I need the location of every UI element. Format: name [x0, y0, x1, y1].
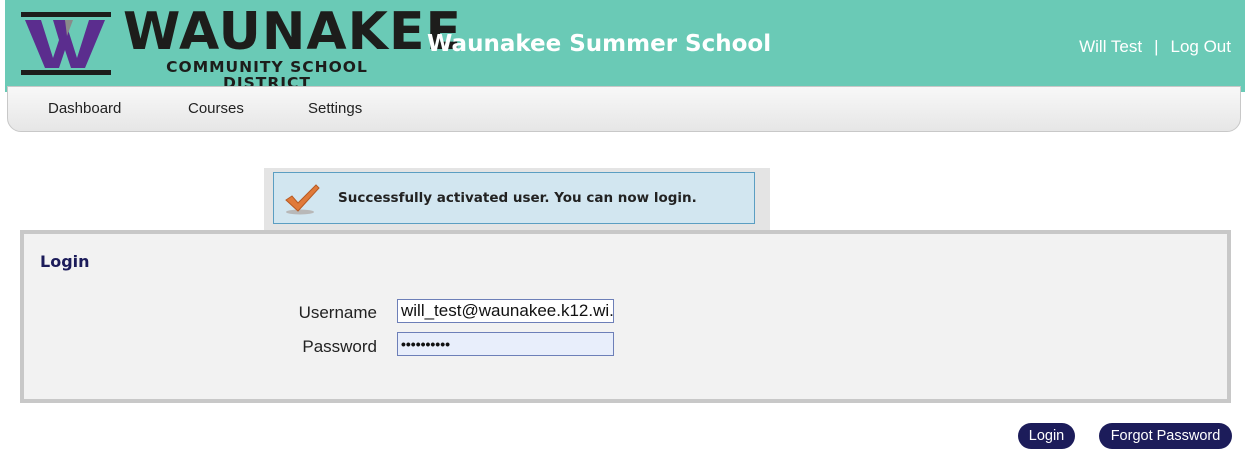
user-links: Will Test | Log Out [1079, 38, 1231, 55]
username-input[interactable]: will_test@waunakee.k12.wi.us [397, 299, 614, 323]
success-message-text: Successfully activated user. You can now… [338, 190, 697, 206]
nav-item-settings[interactable]: Settings [308, 101, 362, 116]
waunakee-w-logo-icon [21, 12, 111, 75]
forgot-password-button[interactable]: Forgot Password [1099, 423, 1232, 449]
logout-link[interactable]: Log Out [1171, 37, 1232, 56]
success-message: Successfully activated user. You can now… [273, 172, 755, 224]
checkmark-icon [285, 184, 320, 215]
user-links-separator: | [1154, 37, 1159, 56]
main-navbar: Dashboard Courses Settings [7, 86, 1241, 132]
login-button[interactable]: Login [1018, 423, 1075, 449]
login-panel: Login Username will_test@waunakee.k12.wi… [20, 230, 1231, 403]
login-panel-title: Login [40, 252, 90, 271]
site-title: Waunakee Summer School [427, 31, 772, 57]
password-input[interactable]: •••••••••• [397, 332, 614, 356]
message-container: Successfully activated user. You can now… [264, 168, 770, 232]
site-header: WAUNAKEE COMMUNITY SCHOOL DISTRICT Wauna… [5, 0, 1245, 92]
username-label: Username [298, 303, 377, 322]
nav-item-courses[interactable]: Courses [188, 101, 244, 116]
nav-item-dashboard[interactable]: Dashboard [48, 101, 121, 116]
logo-wordmark: WAUNAKEE [123, 2, 462, 62]
user-name-link[interactable]: Will Test [1079, 37, 1142, 56]
password-label: Password [302, 337, 377, 356]
district-logo[interactable]: WAUNAKEE COMMUNITY SCHOOL DISTRICT [19, 6, 461, 90]
